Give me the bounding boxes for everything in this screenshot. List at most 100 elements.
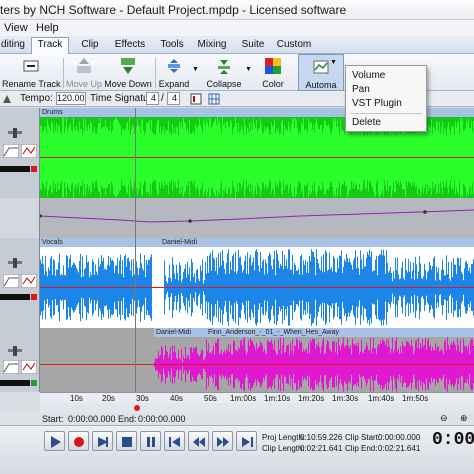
time-signature-numerator[interactable]: 4: [146, 92, 159, 105]
tab-custom[interactable]: Custom: [276, 38, 312, 54]
rewind-button[interactable]: [188, 431, 209, 451]
zoom-in-icon[interactable]: ⊕: [460, 413, 468, 424]
expand-label: Expand: [158, 79, 190, 89]
tick-label: 1m:10s: [264, 394, 291, 403]
loop-button[interactable]: [92, 431, 113, 451]
track-header-vocals[interactable]: [0, 238, 40, 328]
track-header-finn[interactable]: [0, 328, 40, 392]
clip-title: Daniel-Midi: [160, 238, 474, 247]
tab-tools[interactable]: Tools: [156, 38, 188, 54]
play-icon: [51, 436, 61, 448]
tab-mixing[interactable]: Mixing: [196, 38, 228, 54]
record-arm-indicator[interactable]: [31, 294, 37, 300]
tab-editing[interactable]: diting: [0, 38, 26, 54]
fast-forward-button[interactable]: [212, 431, 233, 451]
selection-bar: Start: 0:00:00.000 End: 0:00:00.000 ⊖ ⊕: [0, 413, 474, 425]
rename-track-button[interactable]: Rename Track: [2, 54, 61, 91]
record-arm-indicator[interactable]: [31, 166, 37, 172]
track-lane-finn[interactable]: Daniel-Midi Finn_Anderson_-_01_-_When_He…: [40, 328, 474, 392]
tab-suite[interactable]: Suite: [238, 38, 268, 54]
horizontal-scrollbar[interactable]: [40, 403, 474, 413]
level-meter: [0, 166, 30, 172]
fader-icon[interactable]: [8, 346, 22, 356]
automation-lane-header: [0, 198, 40, 238]
clip-start-label: Clip Start:: [345, 433, 381, 442]
separator: [155, 58, 156, 88]
clip-title: Finn_Anderson_-_01_-_When_Hes_Away: [206, 328, 474, 337]
menu-item-pan[interactable]: Pan: [352, 84, 370, 95]
zoom-out-icon[interactable]: ⊖: [440, 413, 448, 424]
playhead-line[interactable]: [135, 108, 136, 404]
automation-icon: [313, 60, 329, 74]
expand-icon: [168, 59, 180, 73]
eq-icon[interactable]: [3, 360, 19, 374]
go-to-start-button[interactable]: [164, 431, 185, 451]
timeline-ruler[interactable]: 10s 20s 30s 40s 50s 1m:00s 1m:10s 1m:20s…: [40, 392, 474, 403]
automation-label: Automa: [305, 80, 337, 90]
playhead-marker[interactable]: [134, 405, 140, 411]
envelope-icon[interactable]: [21, 360, 37, 374]
transport-bar: Proj Length: 0:10:59.226 Clip Length: 0:…: [0, 425, 474, 474]
level-meter: [0, 380, 30, 386]
move-down-button[interactable]: Move Down: [104, 54, 152, 91]
proj-length-label: Proj Length:: [262, 433, 306, 442]
grid-icon[interactable]: [208, 93, 220, 105]
menu-view[interactable]: View: [4, 22, 28, 34]
waveform-vocals[interactable]: [40, 247, 474, 328]
fader-icon[interactable]: [8, 258, 22, 268]
metronome-toggle-icon[interactable]: [190, 93, 202, 105]
time-signature-denominator[interactable]: 4: [167, 92, 180, 105]
skip-forward-icon: [242, 437, 253, 447]
play-button[interactable]: [44, 431, 65, 451]
expand-dropdown-arrow-icon[interactable]: ▼: [192, 66, 199, 73]
tempo-input[interactable]: 120.00: [56, 92, 86, 105]
tick-label: 1m:30s: [332, 394, 359, 403]
automation-lane[interactable]: [40, 198, 474, 238]
move-up-button[interactable]: Move Up: [66, 54, 102, 91]
automation-envelope[interactable]: [40, 198, 474, 238]
menu-item-volume[interactable]: Volume: [352, 70, 385, 81]
eq-icon[interactable]: [3, 274, 19, 288]
proj-length-value: 0:10:59.226: [300, 433, 343, 442]
record-icon: [74, 437, 84, 447]
automation-button[interactable]: Automa: [298, 54, 344, 91]
record-arm-indicator[interactable]: [31, 380, 37, 386]
pause-button[interactable]: [140, 431, 161, 451]
menu-divider: [350, 113, 422, 114]
go-to-end-button[interactable]: [236, 431, 257, 451]
clip-length-value: 0:02:21.641: [300, 444, 343, 453]
collapse-dropdown-arrow-icon[interactable]: ▼: [245, 66, 252, 73]
tick-label: 10s: [70, 394, 83, 403]
tick-label: 1m:50s: [402, 394, 429, 403]
collapse-button[interactable]: Collapse: [204, 54, 244, 91]
expand-button[interactable]: Expand: [158, 54, 190, 91]
start-value[interactable]: 0:00:00.000: [68, 414, 116, 424]
fast-forward-icon: [217, 437, 229, 447]
fader-icon[interactable]: [8, 128, 22, 138]
automation-dropdown-arrow-icon[interactable]: ▼: [330, 59, 337, 66]
end-value[interactable]: 0:00:00.000: [138, 414, 186, 424]
stop-button[interactable]: [116, 431, 137, 451]
tab-effects[interactable]: Effects: [112, 38, 148, 54]
record-button[interactable]: [68, 431, 89, 451]
track-lane-vocals[interactable]: Vocals Daniel-Midi: [40, 238, 474, 328]
move-down-icon: [121, 58, 135, 74]
tab-clip[interactable]: Clip: [76, 38, 104, 54]
menu-help[interactable]: Help: [36, 22, 59, 34]
tick-label: 1m:20s: [298, 394, 325, 403]
color-button[interactable]: Color: [256, 54, 290, 91]
menu-item-delete[interactable]: Delete: [352, 117, 381, 128]
clip-title: Daniel-Midi: [154, 328, 206, 337]
tab-track[interactable]: Track: [31, 37, 69, 55]
clip-length-label: Clip Length:: [262, 444, 305, 453]
eq-icon[interactable]: [3, 144, 19, 158]
metronome-icon[interactable]: [2, 94, 12, 104]
tick-label: 1m:40s: [368, 394, 395, 403]
skip-back-icon: [169, 437, 180, 447]
menu-item-vst-plugin[interactable]: VST Plugin: [352, 98, 402, 109]
track-header-drums[interactable]: [0, 108, 40, 198]
rename-icon: [23, 60, 39, 72]
envelope-icon[interactable]: [21, 274, 37, 288]
envelope-icon[interactable]: [21, 144, 37, 158]
waveform-finn[interactable]: [40, 337, 474, 392]
